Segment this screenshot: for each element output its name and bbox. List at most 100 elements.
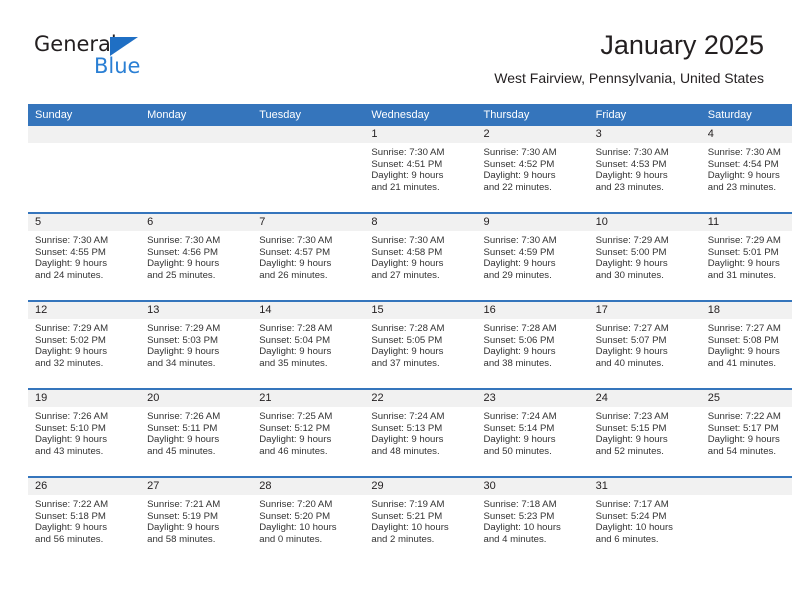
day-cell-inner: 25 Sunrise: 7:22 AM Sunset: 5:17 PM Dayligh… [700,390,792,476]
calendar-day-cell[interactable]: 31 Sunrise: 7:17 AM Sunset: 5:24 PM Dayligh… [588,476,701,564]
calendar-day-cell[interactable]: 14 Sunrise: 7:28 AM Sunset: 5:04 PM Dayligh… [252,300,365,389]
calendar-day-cell[interactable]: 20 Sunrise: 7:26 AM Sunset: 5:11 PM Dayligh… [140,388,253,477]
day-cell-details: Sunrise: 7:26 AM Sunset: 5:10 PM Daylight:… [28,407,140,457]
daylight-text-line2: and 37 minutes. [371,357,440,369]
sunset-text: Sunset: 5:05 PM [371,334,443,346]
sunset-text: Sunset: 4:59 PM [483,246,555,258]
sunset-text: Sunset: 5:23 PM [483,510,555,522]
day-cell-inner: 22 Sunrise: 7:24 AM Sunset: 5:13 PM Dayligh… [364,390,477,476]
daylight-text-line2: and 26 minutes. [259,269,328,281]
calendar-day-cell[interactable]: 30 Sunrise: 7:18 AM Sunset: 5:23 PM Dayligh… [476,476,589,564]
calendar-day-cell[interactable]: 7 Sunrise: 7:30 AM Sunset: 4:57 PM Daylight… [252,212,365,301]
calendar-day-cell[interactable]: 12 Sunrise: 7:29 AM Sunset: 5:02 PM Dayligh… [28,300,141,389]
sunrise-text: Sunrise: 7:26 AM [35,411,109,422]
daylight-text-line2: and 58 minutes. [147,533,216,545]
daylight-text-line1: Daylight: 10 hours [595,522,673,534]
day-cell-inner: 1 Sunrise: 7:30 AM Sunset: 4:51 PM Daylight… [364,126,477,212]
sunrise-text: Sunrise: 7:23 AM [595,411,669,422]
weekday-header-wednesday: Wednesday [364,104,477,126]
day-number: 17 [588,302,701,319]
calendar-day-cell[interactable] [140,126,253,213]
daylight-text-line1: Daylight: 10 hours [483,522,561,534]
calendar-day-cell[interactable] [28,126,141,213]
calendar-day-cell[interactable]: 18 Sunrise: 7:27 AM Sunset: 5:08 PM Dayligh… [700,300,792,389]
weekday-header-saturday: Saturday [700,104,792,126]
day-number: 12 [28,302,141,319]
daylight-text-line1: Daylight: 9 hours [707,434,780,446]
sunset-text: Sunset: 5:06 PM [483,334,555,346]
daylight-text-line1: Daylight: 9 hours [35,346,107,358]
calendar-day-cell[interactable]: 3 Sunrise: 7:30 AM Sunset: 4:53 PM Daylight… [588,126,701,213]
daylight-text-line1: Daylight: 9 hours [483,170,556,182]
calendar-week-row: 5 Sunrise: 7:30 AM Sunset: 4:55 PM Daylight… [28,212,792,301]
calendar-day-cell[interactable] [700,476,792,564]
calendar-day-cell[interactable]: 10 Sunrise: 7:29 AM Sunset: 5:00 PM Dayligh… [588,212,701,301]
day-number: 11 [700,214,792,231]
day-cell-details: Sunrise: 7:21 AM Sunset: 5:19 PM Daylight:… [140,495,252,545]
sunrise-text: Sunrise: 7:28 AM [483,323,557,334]
sunrise-text: Sunrise: 7:30 AM [371,147,445,158]
daylight-text-line1: Daylight: 9 hours [707,258,780,270]
calendar-day-cell[interactable]: 26 Sunrise: 7:22 AM Sunset: 5:18 PM Dayligh… [28,476,141,564]
page-title: January 2025 [600,30,764,60]
sunrise-text: Sunrise: 7:30 AM [371,235,445,246]
calendar-day-cell[interactable]: 4 Sunrise: 7:30 AM Sunset: 4:54 PM Daylight… [700,126,792,213]
day-number [140,126,253,143]
day-cell-inner: 12 Sunrise: 7:29 AM Sunset: 5:02 PM Dayligh… [28,302,141,388]
calendar-day-cell[interactable]: 1 Sunrise: 7:30 AM Sunset: 4:51 PM Daylight… [364,126,477,213]
calendar-day-cell[interactable]: 6 Sunrise: 7:30 AM Sunset: 4:56 PM Daylight… [140,212,253,301]
calendar-day-cell[interactable]: 11 Sunrise: 7:29 AM Sunset: 5:01 PM Dayligh… [700,212,792,301]
calendar-day-cell[interactable]: 2 Sunrise: 7:30 AM Sunset: 4:52 PM Daylight… [476,126,589,213]
day-number: 8 [364,214,477,231]
calendar-day-cell[interactable]: 16 Sunrise: 7:28 AM Sunset: 5:06 PM Dayligh… [476,300,589,389]
day-cell-inner: 19 Sunrise: 7:26 AM Sunset: 5:10 PM Dayligh… [28,390,141,476]
weekday-header-thursday: Thursday [476,104,589,126]
day-cell-inner [700,478,792,564]
daylight-text-line2: and 2 minutes. [371,533,435,545]
daylight-text-line2: and 23 minutes. [707,181,777,193]
day-number: 31 [588,478,701,495]
daylight-text-line2: and 23 minutes. [595,181,664,193]
calendar-day-cell[interactable]: 22 Sunrise: 7:24 AM Sunset: 5:13 PM Dayligh… [364,388,477,477]
daylight-text-line1: Daylight: 9 hours [147,346,220,358]
sunrise-text: Sunrise: 7:30 AM [707,147,781,158]
daylight-text-line2: and 54 minutes. [707,445,777,457]
calendar-day-cell[interactable]: 17 Sunrise: 7:27 AM Sunset: 5:07 PM Dayligh… [588,300,701,389]
sunset-text: Sunset: 5:15 PM [595,422,667,434]
calendar-day-cell[interactable]: 9 Sunrise: 7:30 AM Sunset: 4:59 PM Daylight… [476,212,589,301]
calendar-day-cell[interactable]: 28 Sunrise: 7:20 AM Sunset: 5:20 PM Dayligh… [252,476,365,564]
calendar-day-cell[interactable]: 19 Sunrise: 7:26 AM Sunset: 5:10 PM Dayligh… [28,388,141,477]
day-number: 29 [364,478,477,495]
daylight-text-line2: and 21 minutes. [371,181,440,193]
day-cell-details: Sunrise: 7:30 AM Sunset: 4:54 PM Daylight:… [701,143,792,193]
calendar-day-cell[interactable] [252,126,365,213]
sunrise-text: Sunrise: 7:27 AM [707,323,781,334]
day-cell-details: Sunrise: 7:19 AM Sunset: 5:21 PM Daylight:… [364,495,476,545]
calendar-day-cell[interactable]: 29 Sunrise: 7:19 AM Sunset: 5:21 PM Dayligh… [364,476,477,564]
calendar-day-cell[interactable]: 15 Sunrise: 7:28 AM Sunset: 5:05 PM Dayligh… [364,300,477,389]
daylight-text-line2: and 43 minutes. [35,445,104,457]
day-cell-inner: 26 Sunrise: 7:22 AM Sunset: 5:18 PM Dayligh… [28,478,141,564]
calendar-day-cell[interactable]: 27 Sunrise: 7:21 AM Sunset: 5:19 PM Dayligh… [140,476,253,564]
day-number: 5 [28,214,141,231]
calendar-day-cell[interactable]: 5 Sunrise: 7:30 AM Sunset: 4:55 PM Daylight… [28,212,141,301]
calendar-day-cell[interactable]: 25 Sunrise: 7:22 AM Sunset: 5:17 PM Dayligh… [700,388,792,477]
day-cell-inner: 31 Sunrise: 7:17 AM Sunset: 5:24 PM Dayligh… [588,478,701,564]
day-number: 4 [700,126,792,143]
day-number: 21 [252,390,365,407]
sunrise-text: Sunrise: 7:29 AM [147,323,221,334]
calendar-day-cell[interactable]: 13 Sunrise: 7:29 AM Sunset: 5:03 PM Dayligh… [140,300,253,389]
day-cell-inner: 9 Sunrise: 7:30 AM Sunset: 4:59 PM Daylight… [476,214,589,300]
daylight-text-line2: and 34 minutes. [147,357,216,369]
calendar-day-cell[interactable]: 24 Sunrise: 7:23 AM Sunset: 5:15 PM Dayligh… [588,388,701,477]
daylight-text-line2: and 46 minutes. [259,445,328,457]
daylight-text-line2: and 0 minutes. [259,533,323,545]
daylight-text-line2: and 4 minutes. [483,533,547,545]
day-cell-details: Sunrise: 7:20 AM Sunset: 5:20 PM Daylight:… [252,495,364,545]
calendar-day-cell[interactable]: 8 Sunrise: 7:30 AM Sunset: 4:58 PM Daylight… [364,212,477,301]
daylight-text-line2: and 29 minutes. [483,269,552,281]
day-cell-details: Sunrise: 7:30 AM Sunset: 4:52 PM Daylight:… [477,143,589,193]
calendar-day-cell[interactable]: 23 Sunrise: 7:24 AM Sunset: 5:14 PM Dayligh… [476,388,589,477]
calendar-day-cell[interactable]: 21 Sunrise: 7:25 AM Sunset: 5:12 PM Dayligh… [252,388,365,477]
daylight-text-line1: Daylight: 9 hours [595,434,668,446]
